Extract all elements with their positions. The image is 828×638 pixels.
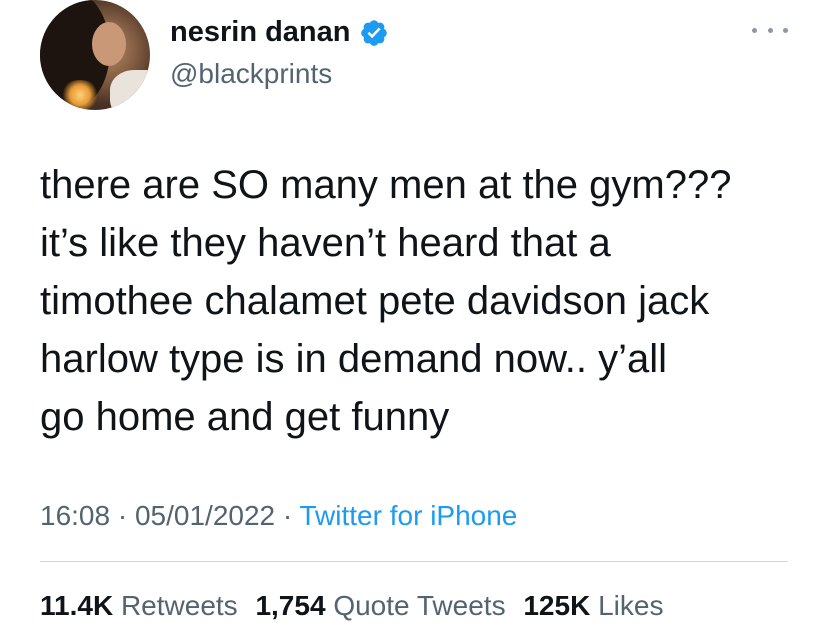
tweet-source-link[interactable]: Twitter for iPhone — [300, 500, 518, 531]
retweets-label: Retweets — [120, 590, 238, 621]
verified-badge-icon — [359, 18, 389, 48]
tweet-stats: 11.4K Retweets 1,754 Quote Tweets 125K L… — [40, 590, 673, 622]
more-options-icon[interactable] — [752, 22, 788, 38]
likes-count: 125K — [523, 590, 591, 621]
likes-label: Likes — [598, 590, 664, 621]
author-avatar[interactable] — [40, 0, 150, 110]
quote-tweets-count: 1,754 — [255, 590, 326, 621]
author-display-name[interactable]: nesrin danan — [170, 16, 351, 49]
tweet-text: there are SO many men at the gym??? it’s… — [40, 163, 732, 439]
meta-separator: · — [117, 500, 128, 531]
divider — [40, 561, 788, 562]
quote-tweets-stat[interactable]: 1,754 Quote Tweets — [255, 590, 513, 621]
tweet-date[interactable]: 05/01/2022 — [135, 500, 275, 531]
tweet-card: nesrin danan @blackprints there are SO m… — [0, 0, 828, 638]
meta-separator: · — [282, 500, 293, 531]
likes-stat[interactable]: 125K Likes — [523, 590, 663, 621]
quote-tweets-label: Quote Tweets — [333, 590, 506, 621]
retweets-count: 11.4K — [40, 590, 114, 621]
author-name-row: nesrin danan — [170, 16, 389, 49]
retweets-stat[interactable]: 11.4K Retweets — [40, 590, 245, 621]
tweet-meta: 16:08 · 05/01/2022 · Twitter for iPhone — [40, 500, 517, 532]
tweet-time[interactable]: 16:08 — [40, 500, 110, 531]
author-handle[interactable]: @blackprints — [170, 58, 332, 90]
